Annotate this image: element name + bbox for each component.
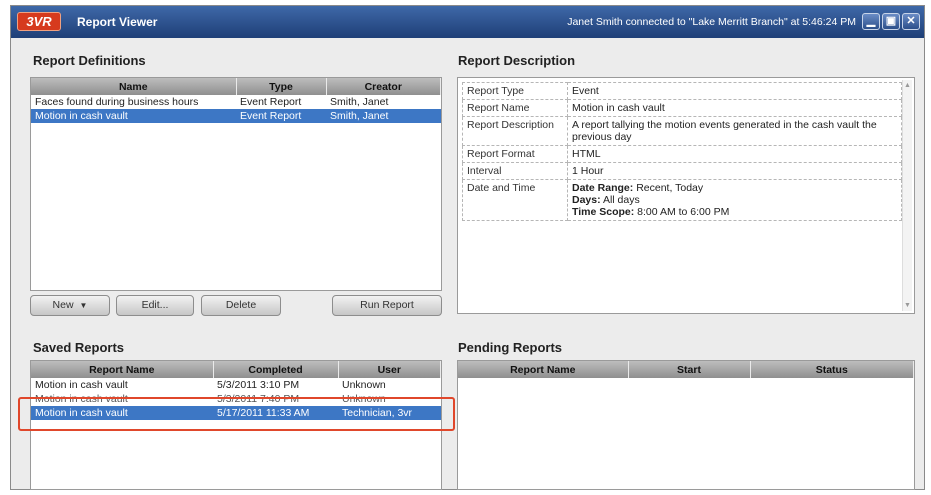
field-label: Interval (462, 162, 568, 180)
field-value: Motion in cash vault (567, 99, 902, 117)
3vr-logo: 3VR (17, 12, 61, 31)
report-description-panel: Report Type Event Report Name Motion in ca… (457, 77, 915, 314)
table-row[interactable]: Faces found during business hours Event … (31, 95, 441, 109)
description-row: Report Format HTML (462, 145, 902, 163)
days-value: All days (602, 194, 640, 206)
field-value: A report tallying the motion events gene… (567, 116, 902, 146)
minimize-icon[interactable]: ▁ (862, 13, 880, 30)
field-value: 1 Hour (567, 162, 902, 180)
saved-report-completed: 5/3/2011 3:10 PM (217, 379, 300, 391)
window-title: Report Viewer (77, 15, 158, 29)
edit-button[interactable]: Edit... (116, 295, 194, 316)
pending-reports-heading: Pending Reports (458, 340, 563, 355)
title-bar: 3VR Report Viewer Janet Smith connected … (11, 6, 924, 38)
chevron-down-icon: ▼ (79, 301, 88, 310)
field-label: Date and Time (462, 179, 568, 221)
description-row: Interval 1 Hour (462, 162, 902, 180)
column-header-creator[interactable]: Creator (326, 78, 441, 95)
connection-status: Janet Smith connected to "Lake Merritt B… (567, 16, 856, 28)
field-value: Event (567, 82, 902, 100)
report-creator: Smith, Janet (330, 96, 389, 108)
time-scope-label: Time Scope: (572, 206, 635, 218)
column-header-report-name[interactable]: Report Name (458, 361, 629, 378)
column-header-type[interactable]: Type (236, 78, 327, 95)
column-header-start[interactable]: Start (628, 361, 751, 378)
saved-reports-heading: Saved Reports (33, 340, 125, 355)
saved-report-name: Motion in cash vault (35, 379, 128, 391)
date-range-value: Recent, Today (636, 182, 704, 194)
close-icon[interactable]: ✕ (902, 13, 920, 30)
scroll-up-icon[interactable]: ▲ (904, 82, 911, 89)
table-row[interactable]: Motion in cash vault 5/3/2011 3:10 PM Un… (31, 378, 441, 392)
field-value: HTML (567, 145, 902, 163)
column-header-user[interactable]: User (338, 361, 441, 378)
maximize-icon[interactable]: ▣ (882, 13, 900, 30)
description-row: Date and Time Date Range: Recent, Today … (462, 179, 902, 221)
report-creator: Smith, Janet (326, 109, 441, 123)
field-label: Report Format (462, 145, 568, 163)
report-definitions-table: Name Type Creator Faces found during bus… (30, 77, 442, 291)
column-header-status[interactable]: Status (750, 361, 914, 378)
date-time-value: Date Range: Recent, Today Days: All days… (567, 179, 902, 221)
new-label: New (52, 299, 74, 311)
saved-report-user: Unknown (342, 379, 386, 391)
date-range-label: Date Range: (572, 182, 634, 194)
field-label: Report Type (462, 82, 568, 100)
description-row: Report Name Motion in cash vault (462, 99, 902, 117)
description-row: Report Type Event (462, 82, 902, 100)
description-scrollbar[interactable]: ▲ ▼ (902, 80, 912, 311)
new-button[interactable]: New ▼ (30, 295, 110, 316)
report-name: Faces found during business hours (35, 96, 199, 108)
column-header-name[interactable]: Name (31, 78, 237, 95)
field-label: Report Name (462, 99, 568, 117)
pending-reports-table: Report Name Start Status (457, 360, 915, 490)
report-name: Motion in cash vault (31, 109, 236, 123)
description-row: Report Description A report tallying the … (462, 116, 902, 146)
table-row-selected[interactable]: Motion in cash vault Event Report Smith,… (31, 109, 441, 123)
report-type: Event Report (240, 96, 302, 108)
days-label: Days: (572, 194, 601, 206)
column-header-completed[interactable]: Completed (213, 361, 339, 378)
delete-button[interactable]: Delete (201, 295, 281, 316)
report-type: Event Report (236, 109, 326, 123)
column-header-report-name[interactable]: Report Name (31, 361, 214, 378)
selected-row-highlight-annotation (18, 397, 455, 431)
report-description-heading: Report Description (458, 53, 576, 68)
run-report-button[interactable]: Run Report (332, 295, 442, 316)
time-scope-value: 8:00 AM to 6:00 PM (637, 206, 730, 218)
report-definitions-heading: Report Definitions (33, 53, 146, 68)
field-label: Report Description (462, 116, 568, 146)
scroll-down-icon[interactable]: ▼ (904, 302, 911, 309)
